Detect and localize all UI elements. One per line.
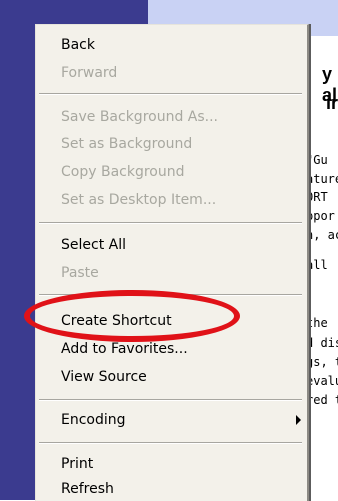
menu-item-label: Back — [61, 37, 95, 53]
page-text-fragment: evalu — [306, 374, 338, 388]
annotation-highlight-ring — [24, 290, 240, 342]
menu-item-copy-background[interactable]: Copy Background — [36, 160, 307, 185]
menu-item-label: Print — [61, 456, 94, 472]
page-text-fragment: red t — [306, 393, 338, 407]
menu-separator — [39, 442, 302, 444]
menu-separator — [39, 399, 302, 401]
page-text-fragment: n, ac — [306, 228, 338, 242]
menu-item-view-source[interactable]: View Source — [36, 365, 307, 390]
page-text-fragment: gs, t — [306, 355, 338, 369]
page-heading-fragment: ir — [326, 93, 338, 113]
menu-separator — [39, 93, 302, 95]
menu-item-set-as-desktop-item[interactable]: Set as Desktop Item... — [36, 188, 307, 213]
menu-item-forward[interactable]: Forward — [36, 61, 307, 86]
submenu-arrow-icon — [296, 415, 301, 425]
menu-item-encoding[interactable]: Encoding — [36, 408, 307, 433]
menu-item-label: Select All — [61, 237, 126, 253]
menu-item-label: Save Background As... — [61, 109, 219, 125]
menu-item-label: Set as Background — [61, 136, 193, 152]
context-menu: Back Forward Save Background As... Set a… — [35, 24, 309, 501]
menu-separator — [39, 222, 302, 224]
page-text-fragment: d dis — [306, 336, 338, 350]
menu-item-back[interactable]: Back — [36, 33, 307, 58]
page-text-fragment: all — [306, 258, 328, 272]
menu-item-label: Copy Background — [61, 164, 185, 180]
menu-item-label: Set as Desktop Item... — [61, 192, 217, 208]
menu-item-add-to-favorites[interactable]: Add to Favorites... — [36, 337, 307, 362]
page-text-fragment: "Gu — [306, 153, 328, 167]
menu-item-label: View Source — [61, 369, 147, 385]
menu-item-refresh[interactable]: Refresh — [36, 477, 307, 501]
menu-item-label: Paste — [61, 265, 99, 281]
page-text-fragment: ppor — [306, 209, 335, 223]
menu-item-label: Forward — [61, 65, 118, 81]
menu-item-label: Encoding — [61, 412, 126, 428]
menu-item-label: Refresh — [61, 481, 114, 497]
page-text-fragment: the — [306, 316, 328, 330]
menu-item-paste[interactable]: Paste — [36, 261, 307, 286]
menu-item-print[interactable]: Print — [36, 452, 307, 477]
page-text-fragment: ORT — [306, 190, 328, 204]
menu-item-select-all[interactable]: Select All — [36, 233, 307, 258]
page-text-fragment: ature — [306, 172, 338, 186]
menu-item-save-background-as[interactable]: Save Background As... — [36, 105, 307, 130]
menu-item-set-as-background[interactable]: Set as Background — [36, 132, 307, 157]
